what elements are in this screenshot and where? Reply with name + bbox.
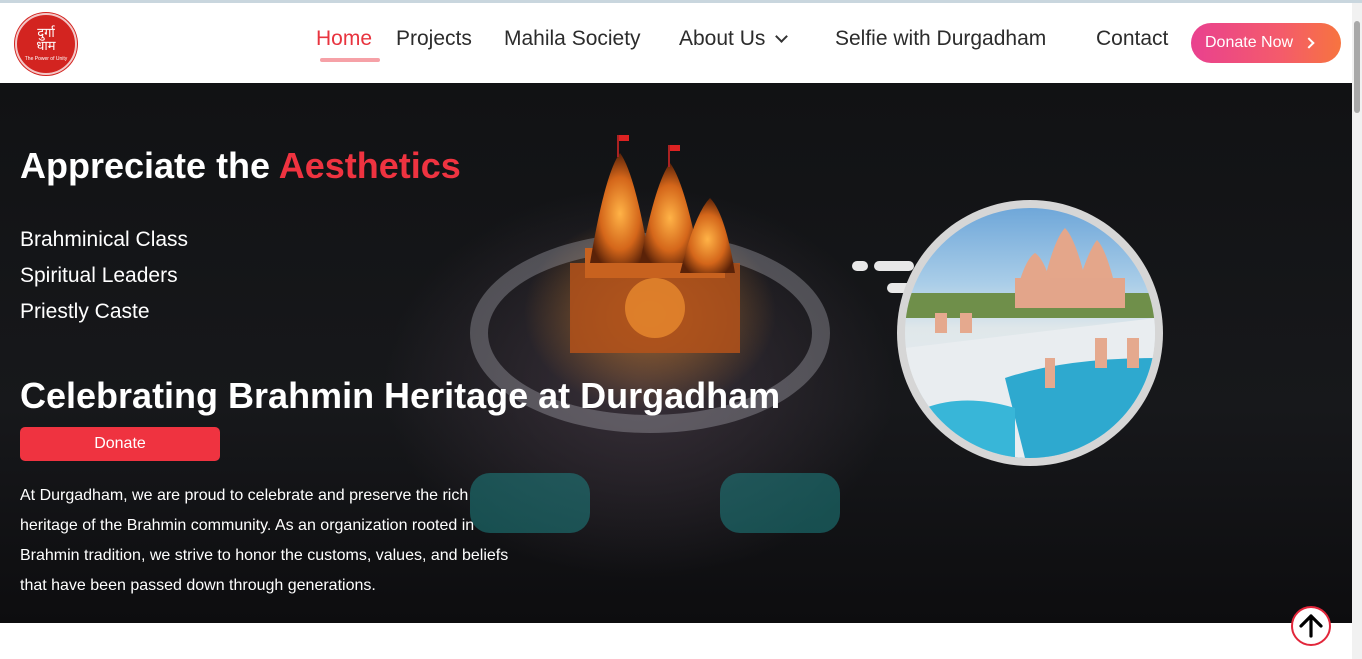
hero-title-prefix: Appreciate the [20, 145, 279, 186]
pool-right [720, 473, 840, 533]
hero-subtitle: Celebrating Brahmin Heritage at Durgadha… [20, 375, 781, 416]
temple-illustration [570, 135, 740, 353]
site-header: दुर्गा धाम The Power of Unity Home Proje… [0, 3, 1352, 83]
nav-projects[interactable]: Projects [396, 27, 472, 51]
active-nav-underline [320, 58, 380, 62]
hero-list-item: Priestly Caste [20, 300, 150, 323]
nav-selfie[interactable]: Selfie with Durgadham [835, 27, 1046, 51]
nav-home[interactable]: Home [316, 27, 372, 51]
donate-now-button[interactable]: Donate Now [1191, 23, 1341, 63]
logo-tagline: The Power of Unity [24, 55, 68, 62]
hero-title: Appreciate the Aesthetics [20, 145, 461, 187]
nav-mahila-society[interactable]: Mahila Society [504, 27, 641, 51]
hero-list-item: Spiritual Leaders [20, 264, 178, 287]
nav-about-us[interactable]: About Us [679, 27, 789, 51]
scroll-to-top-button[interactable] [1291, 606, 1331, 646]
scrollbar-thumb[interactable] [1354, 21, 1360, 113]
temple-photo [905, 208, 1155, 458]
nav-about-us-label: About Us [679, 27, 766, 50]
chevron-right-icon [1303, 37, 1315, 49]
site-logo[interactable]: दुर्गा धाम The Power of Unity [15, 13, 77, 75]
hero-section: Appreciate the Aesthetics Brahminical Cl… [0, 83, 1352, 623]
arrow-up-icon [1299, 614, 1323, 638]
hero-body-text: At Durgadham, we are proud to celebrate … [20, 487, 509, 594]
logo-line-2: धाम [36, 38, 56, 54]
donate-button[interactable]: Donate [20, 427, 220, 461]
speed-line [874, 261, 914, 271]
donate-now-label: Donate Now [1205, 34, 1294, 51]
temple-photo-frame [897, 200, 1163, 466]
nav-contact[interactable]: Contact [1096, 27, 1168, 51]
chevron-down-icon [775, 30, 789, 43]
page-scrollbar[interactable] [1352, 3, 1362, 659]
hero-list-item: Brahminical Class [20, 228, 189, 251]
temple-photo-illustration [905, 228, 1155, 458]
hero-feature-list: Brahminical Class Spiritual Leaders Prie… [20, 226, 188, 334]
hero-title-accent: Aesthetics [278, 145, 461, 186]
logo-line-1: दुर्गा [37, 25, 55, 41]
speed-line [852, 261, 868, 271]
